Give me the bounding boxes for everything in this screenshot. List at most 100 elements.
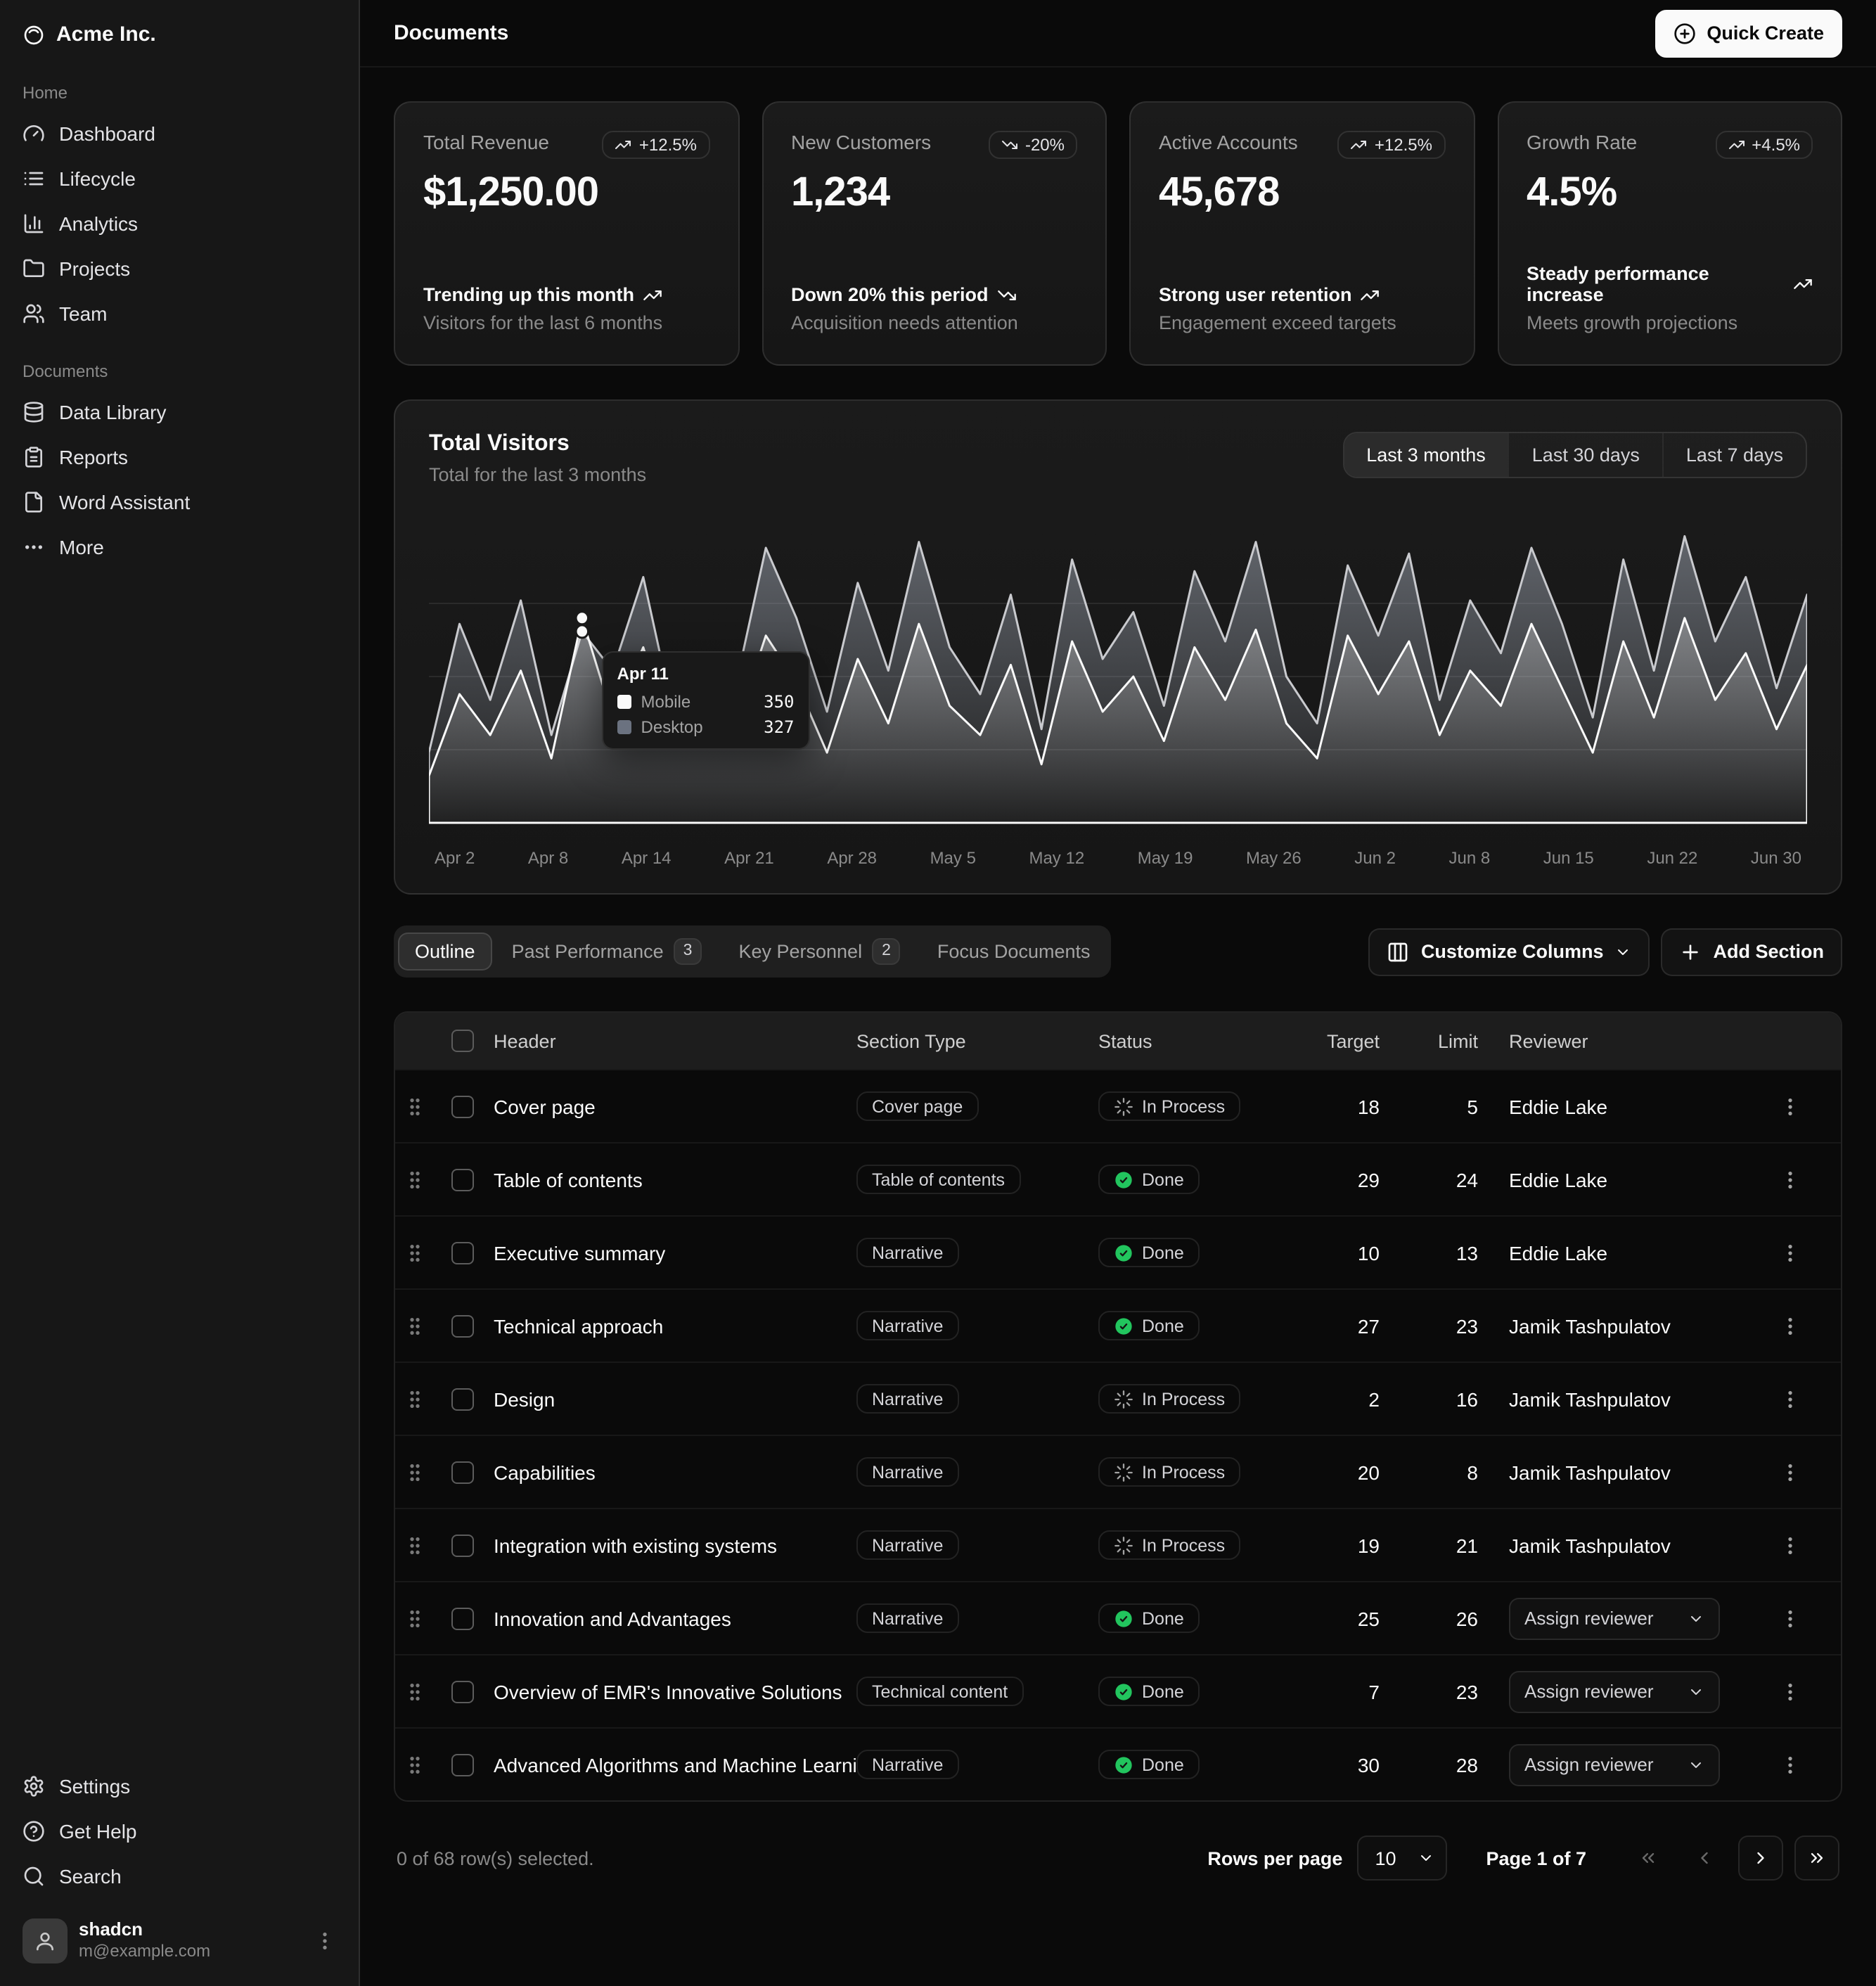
tab-outline[interactable]: Outline [398,933,492,970]
row-checkbox[interactable] [451,1095,474,1117]
customize-columns-button[interactable]: Customize Columns [1369,928,1650,975]
page-next-button[interactable] [1738,1836,1783,1881]
assign-reviewer-select[interactable]: Assign reviewer [1509,1743,1720,1786]
add-section-button[interactable]: Add Section [1661,928,1842,975]
row-checkbox[interactable] [451,1753,474,1776]
sidebar-item-lifecycle[interactable]: Lifecycle [11,156,347,201]
row-checkbox[interactable] [451,1534,474,1556]
sidebar-item-search[interactable]: Search [11,1854,347,1899]
drag-handle[interactable] [404,1534,451,1556]
target-value[interactable]: 7 [1312,1680,1411,1703]
row-header[interactable]: Overview of EMR's Innovative Solutions [494,1680,856,1703]
target-value[interactable]: 25 [1312,1607,1411,1629]
row-header[interactable]: Table of contents [494,1168,856,1191]
limit-value[interactable]: 28 [1411,1753,1509,1776]
stat-label: New Customers [791,131,931,153]
target-value[interactable]: 10 [1312,1241,1411,1264]
row-checkbox[interactable] [451,1461,474,1483]
quick-create-button[interactable]: Quick Create [1655,9,1842,57]
page-last-button[interactable] [1794,1836,1839,1881]
row-actions-button[interactable] [1771,1599,1810,1638]
drag-handle[interactable] [404,1095,451,1117]
limit-value[interactable]: 5 [1411,1095,1509,1117]
row-header[interactable]: Cover page [494,1095,856,1117]
drag-handle[interactable] [404,1168,451,1191]
row-actions-button[interactable] [1771,1452,1810,1492]
area-chart[interactable]: Apr 11 Mobile 350 Desktop 327 [429,516,1807,837]
row-checkbox[interactable] [451,1607,474,1629]
limit-value[interactable]: 13 [1411,1241,1509,1264]
sidebar-item-team[interactable]: Team [11,291,347,336]
assign-reviewer-select[interactable]: Assign reviewer [1509,1597,1720,1639]
page-prev-button[interactable] [1682,1836,1727,1881]
drag-handle[interactable] [404,1753,451,1776]
row-actions-button[interactable] [1771,1087,1810,1126]
target-value[interactable]: 2 [1312,1388,1411,1410]
limit-value[interactable]: 24 [1411,1168,1509,1191]
drag-handle[interactable] [404,1607,451,1629]
limit-value[interactable]: 23 [1411,1680,1509,1703]
row-actions-button[interactable] [1771,1525,1810,1565]
stat-value: 1,234 [791,170,1077,217]
row-actions-button[interactable] [1771,1233,1810,1272]
row-header[interactable]: Technical approach [494,1314,856,1337]
range-option-last-3-months[interactable]: Last 3 months [1344,433,1508,477]
user-menu[interactable]: shadcn m@example.com [11,1907,347,1975]
drag-handle[interactable] [404,1241,451,1264]
row-checkbox[interactable] [451,1314,474,1337]
sidebar-item-word-assistant[interactable]: Word Assistant [11,480,347,525]
row-header[interactable]: Executive summary [494,1241,856,1264]
row-header[interactable]: Capabilities [494,1461,856,1483]
target-value[interactable]: 20 [1312,1461,1411,1483]
row-checkbox[interactable] [451,1680,474,1703]
limit-value[interactable]: 8 [1411,1461,1509,1483]
tab-focus-documents[interactable]: Focus Documents [920,933,1107,970]
row-header[interactable]: Integration with existing systems [494,1534,856,1556]
row-actions-button[interactable] [1771,1745,1810,1784]
row-header[interactable]: Innovation and Advantages [494,1607,856,1629]
sidebar-item-analytics[interactable]: Analytics [11,201,347,246]
drag-handle[interactable] [404,1314,451,1337]
sidebar-item-dashboard[interactable]: Dashboard [11,111,347,156]
limit-value[interactable]: 26 [1411,1607,1509,1629]
sidebar-item-reports[interactable]: Reports [11,435,347,480]
target-value[interactable]: 30 [1312,1753,1411,1776]
settings-icon [23,1775,45,1798]
row-actions-button[interactable] [1771,1379,1810,1418]
limit-value[interactable]: 23 [1411,1314,1509,1337]
sidebar-item-settings[interactable]: Settings [11,1764,347,1809]
range-option-last-7-days[interactable]: Last 7 days [1662,433,1806,477]
drag-handle[interactable] [404,1388,451,1410]
sidebar-item-more[interactable]: More [11,525,347,570]
row-actions-button[interactable] [1771,1160,1810,1199]
row-header[interactable]: Design [494,1388,856,1410]
limit-value[interactable]: 21 [1411,1534,1509,1556]
row-checkbox[interactable] [451,1388,474,1410]
sidebar-item-data-library[interactable]: Data Library [11,390,347,435]
target-value[interactable]: 29 [1312,1168,1411,1191]
row-header[interactable]: Advanced Algorithms and Machine Learning [494,1753,856,1776]
dots-vertical-icon [1779,1680,1801,1703]
drag-handle[interactable] [404,1461,451,1483]
user-menu-icon[interactable] [314,1930,336,1952]
row-checkbox[interactable] [451,1241,474,1264]
range-option-last-30-days[interactable]: Last 30 days [1508,433,1662,477]
sidebar-item-projects[interactable]: Projects [11,246,347,291]
column-header: Reviewer [1509,1030,1771,1051]
drag-handle[interactable] [404,1680,451,1703]
target-value[interactable]: 27 [1312,1314,1411,1337]
tab-key-personnel[interactable]: Key Personnel2 [721,930,917,973]
target-value[interactable]: 19 [1312,1534,1411,1556]
sidebar-item-get-help[interactable]: Get Help [11,1809,347,1854]
row-actions-button[interactable] [1771,1672,1810,1711]
row-actions-button[interactable] [1771,1306,1810,1345]
brand[interactable]: Acme Inc. [11,11,347,58]
rows-per-page-select[interactable]: 10 [1356,1836,1446,1881]
page-first-button[interactable] [1626,1836,1671,1881]
row-checkbox[interactable] [451,1168,474,1191]
assign-reviewer-select[interactable]: Assign reviewer [1509,1670,1720,1712]
limit-value[interactable]: 16 [1411,1388,1509,1410]
tab-past-performance[interactable]: Past Performance3 [495,930,719,973]
target-value[interactable]: 18 [1312,1095,1411,1117]
select-all-checkbox[interactable] [451,1030,474,1052]
